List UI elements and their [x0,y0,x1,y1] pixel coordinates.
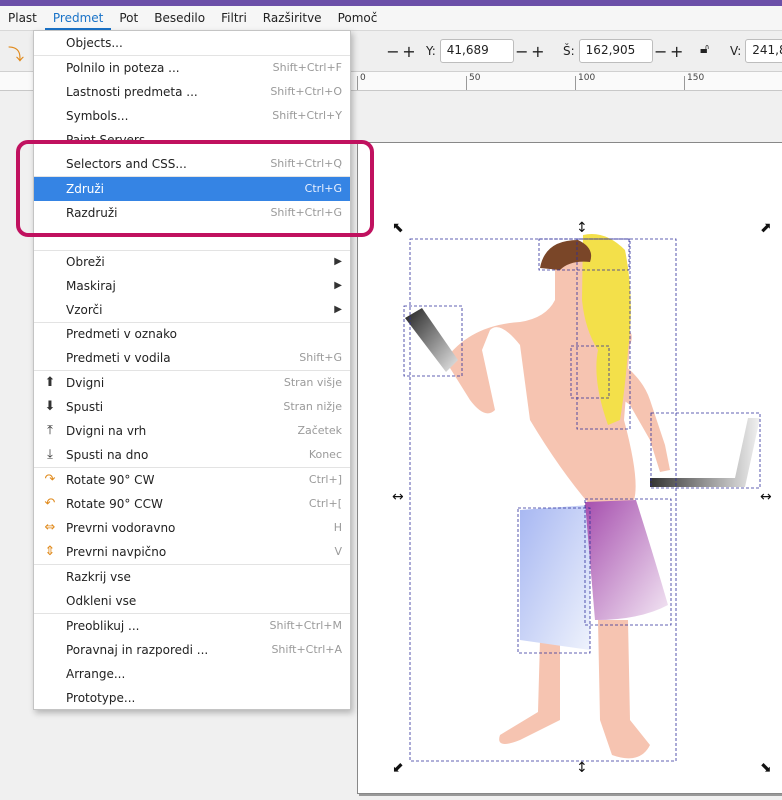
menu-item-object-properties[interactable]: Lastnosti predmeta ... Shift+Ctrl+O [34,80,350,104]
menu-item-shortcut: Shift+Ctrl+Y [272,109,342,122]
menu-item-shortcut: Začetek [297,424,342,437]
menu-item-label: Razkrij vse [66,570,131,584]
menu-item-unlock-all[interactable]: Odkleni vse [34,589,350,613]
menu-item-shortcut: Shift+Ctrl+A [271,643,342,656]
lower-icon: ⬇ [44,399,56,414]
menu-item-raise-to-top[interactable]: ⤒ Dvigni na vrh Začetek [34,419,350,443]
svg-text:↔: ↔ [392,489,404,505]
menu-item-clip[interactable]: Obreži ▶ [34,250,350,274]
menu-item-flip-horizontal[interactable]: ⇔ Prevrni vodoravno H [34,516,350,540]
menu-item-rotate-ccw[interactable]: ↶ Rotate 90° CCW Ctrl+[ [34,492,350,516]
menu-item-mask[interactable]: Maskiraj ▶ [34,274,350,298]
svg-text:⬋: ⬋ [392,760,404,776]
menu-item-flip-vertical[interactable]: ⇕ Prevrni navpično V [34,540,350,564]
menu-item-shortcut: Shift+Ctrl+F [272,61,342,74]
menu-item-label: Preoblikuj ... [66,619,140,633]
menu-item-label: Odkleni vse [66,594,137,608]
svg-text:↕: ↕ [576,220,588,236]
menu-item-label: Poravnaj in razporedi ... [66,643,209,657]
menu-item-objects-to-marker[interactable]: Predmeti v oznako [34,322,350,346]
menu-item-shortcut: V [334,545,342,558]
submenu-arrow-icon: ▶ [334,256,342,267]
menu-item-label: Dvigni [66,376,105,390]
menu-item-label: Prevrni navpično [66,545,167,559]
menu-item-shortcut: Stran nižje [283,400,342,413]
menu-item-objects[interactable]: Objects... [34,31,350,55]
menu-item-label: Predmeti v vodila [66,351,171,365]
menu-item-rotate-cw[interactable]: ↷ Rotate 90° CW Ctrl+] [34,468,350,492]
annotation-highlight-ring [16,140,374,237]
menu-item-raise[interactable]: ⬆ Dvigni Stran višje [34,371,350,395]
menu-item-transform[interactable]: Preoblikuj ... Shift+Ctrl+M [34,614,350,638]
menu-item-unhide-all[interactable]: Razkrij vse [34,565,350,589]
menu-item-label: Rotate 90° CCW [66,497,163,511]
menu-item-shortcut: Stran višje [283,376,342,389]
menu-item-label: Prevrni vodoravno [66,521,176,535]
menu-item-arrange[interactable]: Arrange... [34,662,350,686]
menu-item-label: Spusti [66,400,104,414]
flip-horizontal-icon: ⇔ [44,520,56,535]
svg-text:⬈: ⬈ [760,220,772,236]
menu-item-align-distribute[interactable]: Poravnaj in razporedi ... Shift+Ctrl+A [34,638,350,662]
menu-item-lower[interactable]: ⬇ Spusti Stran nižje [34,395,350,419]
submenu-arrow-icon: ▶ [334,280,342,291]
svg-text:⬊: ⬊ [760,760,772,776]
menu-item-lower-to-bottom[interactable]: ⤓ Spusti na dno Konec [34,443,350,467]
menu-item-label: Objects... [66,36,123,50]
flip-vertical-icon: ⇕ [44,544,56,559]
menu-item-shortcut: Konec [308,448,342,461]
svg-text:↕: ↕ [576,760,588,776]
menu-item-pattern[interactable]: Vzorči ▶ [34,298,350,322]
person-figure[interactable] [405,234,760,759]
raise-to-top-icon: ⤒ [47,423,53,438]
menu-item-label: Polnilo in poteza ... [66,61,180,75]
svg-text:↔: ↔ [760,489,772,505]
menu-item-symbols[interactable]: Symbols... Shift+Ctrl+Y [34,104,350,128]
menu-item-objects-to-guides[interactable]: Predmeti v vodila Shift+G [34,346,350,370]
lower-to-bottom-icon: ⤓ [47,447,53,462]
menu-item-label: Rotate 90° CW [66,473,155,487]
menu-item-label: Spusti na dno [66,448,149,462]
menu-item-label: Prototype... [66,691,136,705]
submenu-arrow-icon: ▶ [334,304,342,315]
menu-item-shortcut: Shift+G [299,351,342,364]
menu-item-label: Symbols... [66,109,129,123]
raise-icon: ⬆ [44,375,56,390]
menu-item-label: Predmeti v oznako [66,327,177,341]
menu-item-shortcut: H [333,521,342,534]
menu-item-label: Dvigni na vrh [66,424,147,438]
menu-item-label: Maskiraj [66,279,116,293]
menu-item-label: Obreži [66,255,105,269]
menu-item-label: Lastnosti predmeta ... [66,85,198,99]
menu-item-shortcut: Shift+Ctrl+M [269,619,343,632]
menu-item-shortcut: Ctrl+[ [308,497,342,510]
menu-item-prototype[interactable]: Prototype... [34,686,350,710]
menu-item-shortcut: Ctrl+] [308,473,342,486]
object-menu-dropdown: Objects... Polnilo in poteza ... Shift+Ct… [33,30,351,710]
rotate-ccw-icon: ↶ [44,496,56,511]
menu-item-fill-stroke[interactable]: Polnilo in poteza ... Shift+Ctrl+F [34,56,350,80]
menu-item-label: Arrange... [66,667,126,681]
svg-text:⬉: ⬉ [392,220,404,236]
rotate-cw-icon: ↷ [44,472,56,487]
menu-item-label: Vzorči [66,303,103,317]
menu-item-shortcut: Shift+Ctrl+O [270,85,342,98]
